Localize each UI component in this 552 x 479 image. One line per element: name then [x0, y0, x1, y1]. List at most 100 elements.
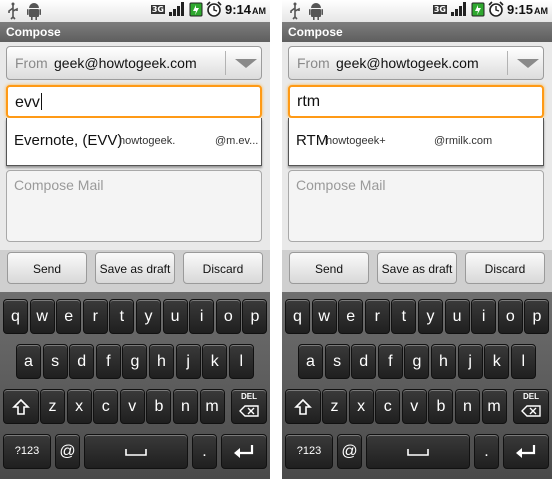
key-f[interactable]: f — [377, 344, 403, 379]
key-b[interactable]: b — [146, 389, 172, 424]
shift-key[interactable] — [285, 389, 321, 424]
key-r[interactable]: r — [82, 299, 108, 334]
key-k[interactable]: k — [484, 344, 510, 379]
key-n[interactable]: n — [455, 389, 480, 424]
key-p[interactable]: p — [524, 299, 550, 334]
key-x[interactable]: x — [348, 389, 374, 424]
save-as-draft-button[interactable]: Save as draft — [95, 252, 175, 284]
key-v[interactable]: v — [401, 389, 427, 424]
suggestion-email-fragment: @m.ev... — [215, 135, 259, 147]
key-period[interactable]: . — [474, 434, 499, 469]
compose-body-input[interactable]: Compose Mail — [288, 170, 544, 242]
key-g[interactable]: g — [122, 344, 148, 379]
save-as-draft-button[interactable]: Save as draft — [377, 252, 457, 284]
key-f[interactable]: f — [95, 344, 121, 379]
to-input-text: evv — [15, 93, 42, 111]
key-j[interactable]: j — [175, 344, 201, 379]
dropdown-arrow-icon[interactable] — [517, 59, 539, 68]
key-at[interactable]: @ — [337, 434, 362, 469]
key-z[interactable]: z — [40, 389, 65, 424]
key-x[interactable]: x — [66, 389, 92, 424]
key-e[interactable]: e — [56, 299, 82, 334]
key-g[interactable]: g — [404, 344, 430, 379]
delete-key[interactable]: DEL — [231, 389, 267, 424]
key-n[interactable]: n — [173, 389, 198, 424]
key-y[interactable]: y — [418, 299, 443, 334]
key-r[interactable]: r — [364, 299, 390, 334]
discard-button[interactable]: Discard — [183, 252, 263, 284]
key-o[interactable]: o — [497, 299, 523, 334]
from-account-selector[interactable]: From geek@howtogeek.com — [288, 46, 544, 80]
key-b[interactable]: b — [428, 389, 454, 424]
key-a[interactable]: a — [298, 344, 323, 379]
key-m[interactable]: m — [199, 389, 225, 424]
key-t[interactable]: t — [391, 299, 417, 334]
key-j[interactable]: j — [457, 344, 483, 379]
shift-icon — [12, 398, 30, 415]
space-key[interactable] — [366, 434, 470, 469]
key-h[interactable]: h — [149, 344, 174, 379]
usb-icon — [290, 2, 300, 20]
text-cursor — [40, 93, 42, 110]
to-input[interactable]: rtm — [288, 85, 544, 118]
suggestion-name: Evernote, (EVV) — [14, 132, 123, 149]
key-h[interactable]: h — [431, 344, 456, 379]
key-i[interactable]: i — [189, 299, 215, 334]
page-title: Compose — [282, 22, 552, 42]
delete-icon — [239, 405, 259, 418]
autocomplete-suggestion[interactable]: RTM howtogeek+ @rmilk.com — [288, 118, 544, 166]
key-u[interactable]: u — [162, 299, 188, 334]
key-a[interactable]: a — [16, 344, 41, 379]
from-account-selector[interactable]: From geek@howtogeek.com — [6, 46, 262, 80]
key-c[interactable]: c — [375, 389, 401, 424]
enter-key[interactable] — [503, 434, 549, 469]
key-m[interactable]: m — [481, 389, 507, 424]
key-i[interactable]: i — [471, 299, 497, 334]
key-e[interactable]: e — [338, 299, 364, 334]
key-l[interactable]: l — [228, 344, 254, 379]
phone-screen-right: 3G 9:15AM Compose From geek@howtogeek.co… — [282, 0, 552, 479]
key-q[interactable]: q — [285, 299, 310, 334]
key-s[interactable]: s — [42, 344, 68, 379]
status-bar: 3G 9:15AM — [282, 0, 552, 22]
delete-key[interactable]: DEL — [513, 389, 549, 424]
key-u[interactable]: u — [444, 299, 470, 334]
enter-icon — [234, 444, 254, 458]
soft-keyboard: q w e r t y u i o p a s d f g h j k l z x c v b n m DEL ?123 @. — [0, 292, 270, 479]
key-o[interactable]: o — [215, 299, 241, 334]
key-v[interactable]: v — [119, 389, 145, 424]
key-k[interactable]: k — [202, 344, 228, 379]
key-d[interactable]: d — [69, 344, 95, 379]
soft-keyboard: q w e r t y u i o p a s d f g h j k l z x c v b n m DEL ?123 @. — [282, 292, 552, 479]
discard-button[interactable]: Discard — [465, 252, 545, 284]
compose-form: From geek@howtogeek.com rtm RTM howtogee… — [282, 42, 552, 250]
key-p[interactable]: p — [242, 299, 268, 334]
space-icon — [125, 448, 147, 456]
key-y[interactable]: y — [136, 299, 161, 334]
symbols-key[interactable]: ?123 — [285, 434, 333, 469]
to-input-text: rtm — [297, 93, 321, 110]
key-s[interactable]: s — [324, 344, 350, 379]
dropdown-arrow-icon[interactable] — [235, 59, 257, 68]
autocomplete-suggestion[interactable]: Evernote, (EVV) howtogeek. @m.ev... — [6, 118, 262, 166]
symbols-key[interactable]: ?123 — [3, 434, 51, 469]
to-input[interactable]: evv — [6, 85, 262, 118]
key-w[interactable]: w — [29, 299, 55, 334]
key-period[interactable]: . — [192, 434, 217, 469]
key-w[interactable]: w — [311, 299, 337, 334]
key-z[interactable]: z — [322, 389, 347, 424]
key-at[interactable]: @ — [55, 434, 80, 469]
key-q[interactable]: q — [3, 299, 28, 334]
enter-key[interactable] — [221, 434, 267, 469]
send-button[interactable]: Send — [7, 252, 87, 284]
shift-key[interactable] — [3, 389, 39, 424]
key-d[interactable]: d — [351, 344, 377, 379]
compose-body-input[interactable]: Compose Mail — [6, 170, 262, 242]
key-c[interactable]: c — [93, 389, 119, 424]
key-t[interactable]: t — [109, 299, 135, 334]
alarm-icon — [206, 1, 222, 17]
signal-icon — [168, 2, 184, 16]
space-key[interactable] — [84, 434, 188, 469]
send-button[interactable]: Send — [289, 252, 369, 284]
key-l[interactable]: l — [510, 344, 536, 379]
